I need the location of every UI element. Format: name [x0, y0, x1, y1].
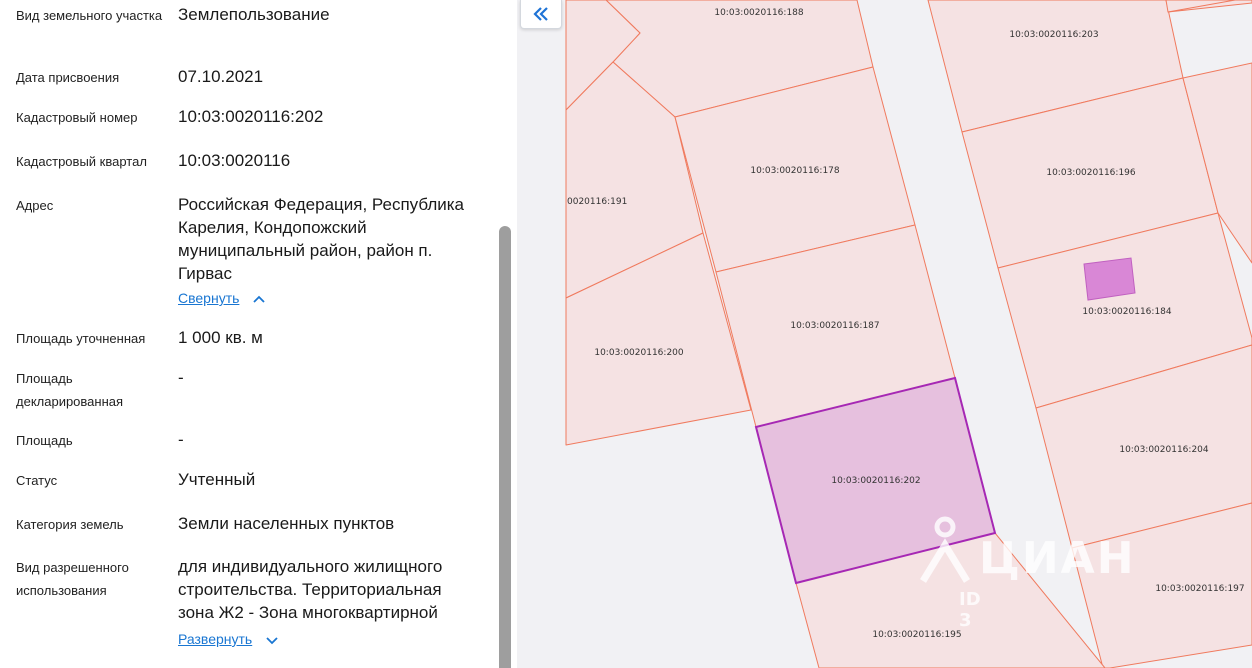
watermark-brand: ЦИАН — [979, 533, 1136, 584]
watermark-id: ID 3 — [959, 589, 981, 631]
permitted-use-expand-link[interactable]: Развернуть — [178, 631, 252, 647]
parcel-label: 10:03:0020116:184 — [1082, 307, 1172, 317]
parcel-label: 10:03:0020116:196 — [1046, 168, 1136, 178]
status-label: Статус — [16, 473, 58, 488]
parcel-label: 10:03:0020116:200 — [594, 348, 684, 358]
assigned-date-label: Дата присвоения — [16, 70, 120, 85]
chevron-up-icon[interactable] — [251, 291, 267, 307]
area-value: - — [178, 430, 184, 449]
parcel-label: 10:03:0020116:187 — [790, 321, 879, 331]
permitted-use-value: для индивидуального жилищного строительс… — [178, 557, 443, 622]
cadastral-number-label: Кадастровый номер — [16, 110, 138, 125]
address-value: Российская Федерация, Республика Карелия… — [178, 195, 465, 283]
cadastral-quarter-value: 10:03:0020116 — [178, 151, 291, 170]
parcel-label: 10:03:0020116:204 — [1119, 445, 1209, 455]
watermark-pin-icon — [920, 516, 970, 583]
parcel-label: 0020116:191 — [567, 197, 627, 207]
land-category-value: Земли населенных пунктов — [178, 514, 395, 533]
map-canvas[interactable]: 10:03:0020116:188 10:03:0020116:203 10:0… — [517, 0, 1252, 668]
parcel-label: 10:03:0020116:203 — [1009, 30, 1098, 40]
address-collapse-link[interactable]: Свернуть — [178, 290, 239, 306]
cadastral-map[interactable]: 10:03:0020116:188 10:03:0020116:203 10:0… — [517, 0, 1252, 668]
scrollbar-thumb[interactable] — [499, 226, 511, 668]
land-type-value: Землепользование — [178, 5, 330, 24]
land-type-label: Вид земельного участка — [16, 8, 163, 23]
parcel-details-panel: Вид земельного участка Землепользование … — [0, 0, 517, 668]
collapse-panel-button[interactable] — [520, 0, 562, 29]
parcel-label: 10:03:0020116:202 — [831, 476, 920, 486]
parcel-label: 10:03:0020116:188 — [714, 8, 804, 18]
assigned-date-value: 07.10.2021 — [178, 67, 264, 86]
address-label: Адрес — [16, 198, 54, 213]
building-on-parcel-184[interactable] — [1083, 257, 1136, 301]
area-declared-label: Площадь декларированная — [16, 371, 124, 409]
area-refined-label: Площадь уточненная — [16, 331, 146, 346]
chevron-down-icon[interactable] — [264, 632, 280, 648]
area-label: Площадь — [16, 433, 73, 448]
status-value: Учтенный — [178, 470, 256, 489]
parcel-label: 10:03:0020116:197 — [1155, 584, 1244, 594]
parcel-label: 10:03:0020116:178 — [750, 166, 840, 176]
area-declared-value: - — [178, 368, 184, 387]
land-category-label: Категория земель — [16, 517, 124, 532]
parcel-label: 10:03:0020116:195 — [872, 630, 961, 640]
cadastral-quarter-label: Кадастровый квартал — [16, 154, 147, 169]
double-chevron-left-icon — [533, 7, 548, 21]
area-refined-value: 1 000 кв. м — [178, 328, 263, 347]
permitted-use-label: Вид разрешенного использования — [16, 560, 129, 598]
cadastral-number-value: 10:03:0020116:202 — [178, 107, 324, 126]
